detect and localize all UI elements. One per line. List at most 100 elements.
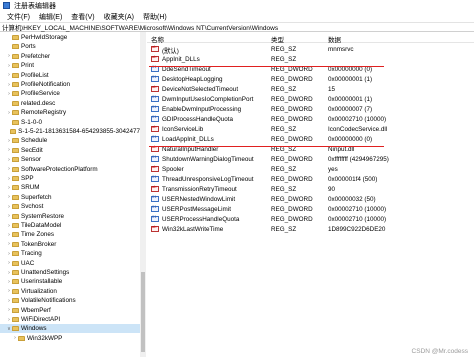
address-path[interactable]: 计算机\HKEY_LOCAL_MACHINE\SOFTWARE\Microsof… (2, 22, 278, 32)
value-row[interactable]: GDIProcessHandleQuota REG_DWORD 0x00002710… (147, 114, 474, 124)
tree-item[interactable]: › Sensor (0, 155, 140, 164)
value-row[interactable]: DesktopHeapLogging REG_DWORD 0x00000001 (1… (147, 74, 474, 84)
value-name: USERNestedWindowLimit (162, 195, 236, 203)
tree-item[interactable]: › ProfileService (0, 89, 140, 98)
tree-item[interactable]: › Schedule (0, 136, 140, 145)
value-row[interactable]: ThreadUnresponsiveLogTimeout REG_DWORD 0x0… (147, 174, 474, 184)
tree-item[interactable]: Ports (0, 42, 140, 51)
tree-item[interactable]: › TokenBroker (0, 240, 140, 249)
tree-item[interactable]: › SoftwareProtectionPlatform (0, 165, 140, 174)
tree-item-label: Windows (21, 325, 47, 333)
value-row[interactable]: DeviceNotSelectedTimeout REG_SZ 15 (147, 84, 474, 94)
value-row[interactable]: ShutdownWarningDialogTimeout REG_DWORD 0xf… (147, 154, 474, 164)
tree-item[interactable]: › RemoteRegistry (0, 108, 140, 117)
tree-item[interactable]: › Virtualization (0, 287, 140, 296)
value-type: REG_DWORD (271, 105, 313, 113)
string-value-icon (151, 84, 159, 92)
value-name: EnableDwmInputProcessing (162, 105, 242, 113)
menu-file[interactable]: 文件(F) (7, 12, 30, 22)
folder-icon (12, 119, 19, 125)
tree-item-label: S-1-5-21-1813631584-654293855-3042477 (18, 128, 140, 135)
value-name: ThreadUnresponsiveLogTimeout (162, 175, 254, 183)
dword-value-icon (151, 214, 159, 222)
menu-favorites[interactable]: 收藏夹(A) (104, 12, 134, 22)
value-row[interactable]: (默认)REG_SZmnmsrvc (147, 44, 474, 55)
value-row[interactable]: IconServiceLib REG_SZ IconCodecService.dll (147, 124, 474, 134)
value-data: 0x00000032 (50) (328, 195, 376, 203)
value-data: 0x00002710 (10000) (328, 215, 387, 223)
column-name[interactable]: 名称 (151, 34, 164, 44)
tree-item[interactable]: › Tracing (0, 249, 140, 258)
tree-item-label: ProfileList (21, 71, 49, 79)
value-row[interactable]: AppInit_DLLs REG_SZ (147, 54, 474, 64)
value-type: REG_SZ (271, 225, 297, 233)
highlight-line-top (149, 66, 384, 67)
tree-item[interactable]: related.desc (0, 99, 140, 108)
tree-item-label: Print (21, 62, 34, 70)
value-type: REG_SZ (271, 45, 297, 53)
value-row[interactable]: Spooler REG_SZ yes (147, 164, 474, 174)
value-row[interactable]: USERPostMessageLimit REG_DWORD 0x00002710 … (147, 204, 474, 214)
tree-item[interactable]: › Win32kWPP (0, 334, 140, 343)
menu-help[interactable]: 帮助(H) (143, 12, 167, 22)
tree-item[interactable]: › WbemPerf (0, 306, 140, 315)
tree-item-label: Prefetcher (21, 52, 51, 60)
value-row[interactable]: USERNestedWindowLimit REG_DWORD 0x00000032… (147, 194, 474, 204)
tree-item[interactable]: › VolatileNotifications (0, 296, 140, 305)
value-row[interactable]: TransmissionRetryTimeout REG_SZ 90 (147, 184, 474, 194)
value-data: 0xffffffff (4294967295) (328, 155, 389, 163)
values-list: 名称 类型 数据 (默认)REG_SZmnmsrvcAppInit_DLLsRE… (147, 32, 474, 357)
menu-edit[interactable]: 编辑(E) (39, 12, 62, 22)
tree-item[interactable]: › ProfileList (0, 71, 140, 80)
column-data[interactable]: 数据 (328, 34, 341, 44)
tree-item[interactable]: › Prefetcher (0, 52, 140, 61)
dword-value-icon (151, 104, 159, 112)
tree-item[interactable]: › UAC (0, 259, 140, 268)
tree-item[interactable]: › SPP (0, 174, 140, 183)
tree-item[interactable]: PerHwIdStorage (0, 33, 140, 42)
value-row[interactable]: DwmInputUsesIoCompletionPort REG_DWORD 0x0… (147, 94, 474, 104)
tree-item[interactable]: ∨ Windows (0, 324, 140, 334)
value-name: LoadAppInit_DLLs (162, 135, 214, 143)
tree-item-label: WbemPerf (21, 306, 51, 314)
folder-icon (12, 53, 19, 59)
dword-value-icon (151, 204, 159, 212)
tree-item-label: UnattendSettings (21, 269, 70, 276)
menu-view[interactable]: 查看(V) (71, 12, 94, 22)
value-row[interactable]: USERProcessHandleQuota REG_DWORD 0x0000271… (147, 214, 474, 224)
tree-item[interactable]: S-1-0-0 (0, 118, 140, 127)
tree-item-label: SRUM (21, 184, 40, 192)
tree-item[interactable]: › WiFiDirectAPI (0, 315, 140, 324)
tree-item-label: PerHwIdStorage (21, 34, 68, 41)
tree-item[interactable]: › Userinstallable (0, 277, 140, 286)
tree-item[interactable]: › Time Zones (0, 230, 140, 239)
address-bar[interactable]: 计算机\HKEY_LOCAL_MACHINE\SOFTWARE\Microsof… (0, 22, 474, 32)
value-row[interactable]: EnableDwmInputProcessing REG_DWORD 0x00000… (147, 104, 474, 114)
tree-item[interactable]: › SRUM (0, 183, 140, 192)
tree-item[interactable]: › ProfileNotification (0, 80, 140, 89)
scrollbar-thumb[interactable] (141, 272, 145, 352)
tree-item[interactable]: › TileDataModel (0, 221, 140, 230)
value-row[interactable]: Win32kLastWriteTime REG_SZ 1D899C922D6DE20 (147, 224, 474, 234)
tree-scrollbar[interactable] (140, 32, 146, 357)
folder-icon (12, 82, 19, 87)
tree-item[interactable]: › Print (0, 61, 140, 70)
value-name: AppInit_DLLs (162, 55, 200, 63)
value-type: REG_DWORD (271, 95, 313, 103)
tree-item-label: Sensor (21, 156, 41, 164)
folder-icon (12, 63, 19, 69)
value-row[interactable]: LoadAppInit_DLLs REG_DWORD 0x00000000 (0) (147, 134, 474, 144)
regedit-app-icon (3, 2, 10, 9)
folder-icon (12, 326, 19, 332)
value-data: 15 (328, 85, 336, 93)
value-name: DwmInputUsesIoCompletionPort (162, 95, 254, 103)
tree-item-label: VolatileNotifications (21, 297, 76, 305)
tree-item[interactable]: S-1-5-21-1813631584-654293855-3042477 (0, 127, 140, 136)
tree-item[interactable]: › SystemRestore (0, 212, 140, 221)
tree-item[interactable]: › Superfetch (0, 193, 140, 202)
column-type[interactable]: 类型 (271, 34, 284, 44)
tree-item[interactable]: › UnattendSettings (0, 268, 140, 277)
tree-item[interactable]: › SecEdit (0, 146, 140, 155)
tree-item[interactable]: › Svchost (0, 202, 140, 211)
tree-item-label: related.desc (21, 99, 56, 107)
